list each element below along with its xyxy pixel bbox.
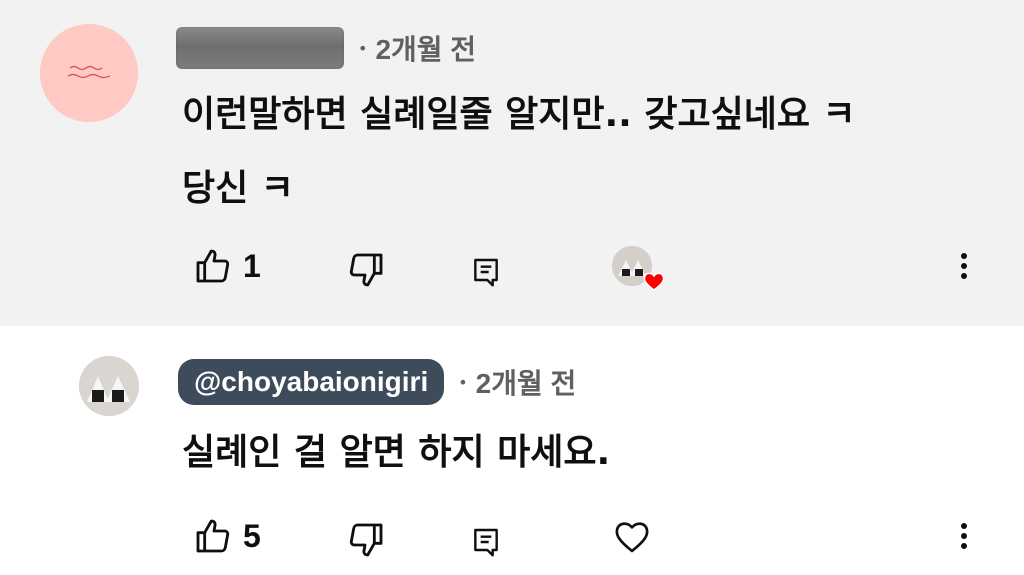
like-count: 5 xyxy=(243,517,261,554)
comment-text: 이런말하면 실례일줄 알지만.. 갖고싶네요 ㅋ 당신 ㅋ xyxy=(182,94,856,209)
comment-actions: 1 xyxy=(0,238,1024,294)
separator-dot: • xyxy=(358,38,368,58)
thumb-down-icon xyxy=(349,253,383,287)
commenter-avatar[interactable] xyxy=(40,24,138,122)
dislike-button[interactable] xyxy=(346,242,386,298)
comment-highlighted: • 2개월 전 이런말하면 실례일줄 알지만.. 갖고싶네요 ㅋ 당신 ㅋ 1 xyxy=(0,0,1024,326)
reply-comment-icon xyxy=(474,528,498,557)
more-vert-icon xyxy=(961,523,967,549)
pink-handwriting-avatar-icon xyxy=(40,24,138,122)
creator-heart-badge xyxy=(612,238,665,294)
more-vert-icon xyxy=(961,253,967,279)
thumb-up-icon xyxy=(196,249,230,283)
comment-reply: @choyabaionigiri • 2개월 전 실례인 걸 알면 하지 마세요… xyxy=(0,326,1024,575)
comment-time[interactable]: 2개월 전 xyxy=(375,28,476,68)
redacted-username[interactable] xyxy=(176,27,344,69)
like-count: 1 xyxy=(243,247,261,284)
comment-header: @choyabaionigiri • 2개월 전 xyxy=(178,359,576,405)
thumb-down-icon xyxy=(349,523,383,557)
heart-outline-icon xyxy=(615,522,649,553)
more-options-button[interactable] xyxy=(948,238,980,294)
onigiri-avatar-icon xyxy=(79,356,139,416)
red-heart-icon xyxy=(643,272,665,291)
more-options-button[interactable] xyxy=(948,508,980,564)
thumb-up-icon xyxy=(196,519,230,553)
commenter-avatar[interactable] xyxy=(79,356,139,416)
reply-button[interactable] xyxy=(470,244,502,300)
reply-button[interactable] xyxy=(470,514,502,570)
comment-time[interactable]: 2개월 전 xyxy=(476,362,577,402)
comment-actions: 5 xyxy=(0,508,1024,564)
dislike-button[interactable] xyxy=(346,512,386,568)
comment-text: 실례인 걸 알면 하지 마세요. xyxy=(182,432,611,473)
like-button[interactable]: 1 xyxy=(193,238,261,294)
heart-button[interactable] xyxy=(612,508,652,564)
comment-header: • 2개월 전 xyxy=(176,26,476,70)
creator-handle-badge[interactable]: @choyabaionigiri xyxy=(178,359,445,405)
creator-avatar xyxy=(612,246,665,291)
separator-dot: • xyxy=(458,372,468,392)
reply-comment-icon xyxy=(474,258,498,287)
like-button[interactable]: 5 xyxy=(193,508,261,564)
